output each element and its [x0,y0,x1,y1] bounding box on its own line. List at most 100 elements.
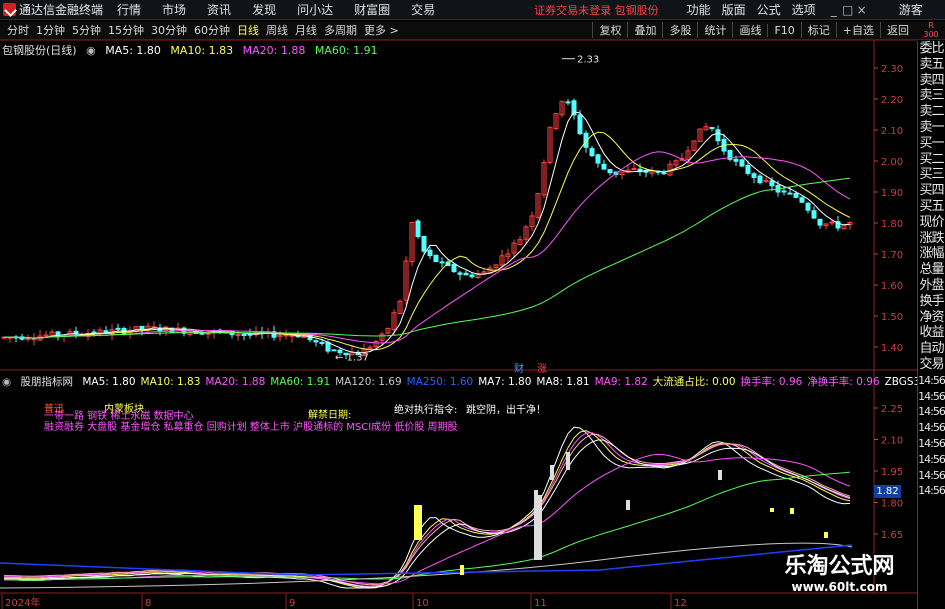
right-panel-item[interactable]: 14:56 [918,420,945,436]
main-axis-label: 2.10 [881,126,903,137]
tool-biaoji[interactable]: 标记 [800,22,836,38]
sub-ma20-line [4,453,851,585]
right-panel-item[interactable]: 总量 [918,262,945,278]
right-panel-item[interactable]: 14:56 [918,436,945,452]
sub-ma-line [4,433,851,586]
right-panel-item[interactable]: 14:56 [918,404,945,420]
period-daily[interactable]: 日线 [237,22,259,38]
right-panel-item[interactable]: 涨跌 [918,231,945,247]
ma60-value: MA60: 1.91 [314,44,378,57]
candle-body [751,173,757,178]
app-title: 通达信金融终端 [19,3,104,17]
right-panel-item[interactable]: 自动 [918,341,945,357]
indicator-dropdown-icon[interactable]: ◉ [2,376,11,388]
candle-body [829,221,835,224]
tool-fuquan[interactable]: 复权 [592,22,627,38]
menu-gongneng[interactable]: 功能 [687,1,711,18]
date-label: 12 [674,598,687,609]
sub-indicator-value: MA7: 1.80 [478,376,532,388]
dropdown-icon[interactable]: ◉ [86,44,96,57]
sub-indicator-value: MA5: 1.80 [82,376,136,388]
right-panel-item[interactable]: 外盘 [918,278,945,294]
menu-hangqing[interactable]: 行情 [117,1,141,18]
period-60min[interactable]: 60分钟 [194,22,230,38]
menu-wenxiaoda[interactable]: 问小达 [297,1,333,18]
menu-faxian[interactable]: 发现 [252,1,276,18]
right-panel-item[interactable]: 净资 [918,310,945,326]
period-15min[interactable]: 15分钟 [108,22,144,38]
limit-up-badge[interactable]: 涨 [537,360,547,375]
tool-fanhui[interactable]: 返回 [880,22,915,38]
right-panel-item[interactable]: 委比 [918,41,945,57]
right-panel-item[interactable]: 14:56 [918,452,945,468]
candle-body [325,341,331,352]
period-weekly[interactable]: 周线 [266,22,288,38]
sub-ma250-line [0,544,853,576]
sub-signal-bar [534,490,538,560]
period-30min[interactable]: 30分钟 [151,22,187,38]
candle-body [739,159,745,167]
candle-body [715,129,721,142]
period-multi[interactable]: 多周期 [324,22,357,38]
right-panel-item[interactable]: 卖三 [918,88,945,104]
right-panel-item[interactable]: 14:56 [918,483,945,499]
candle-body [421,235,427,252]
right-panel-item[interactable]: 卖二 [918,104,945,120]
tool-tongji[interactable]: 统计 [697,22,732,38]
sub-signal-bar [790,508,794,514]
right-panel-item[interactable]: 换手 [918,294,945,310]
right-panel-item[interactable]: 卖五 [918,57,945,73]
kline-chart[interactable]: 2.30 2.20 2.10 2.00 1.90 1.80 1.70 1.60 1.50 1.40… [0,40,917,609]
right-panel-item[interactable]: 现价 [918,215,945,231]
minimize-icon[interactable]: _ [827,3,841,17]
menu-gongshi[interactable]: 公式 [757,1,781,18]
main-axis-label: 2.00 [881,157,903,168]
tool-zixuan[interactable]: +自选 [835,22,880,38]
login-status[interactable]: 证券交易未登录 包钢股份 [534,2,659,18]
candle-body [661,172,667,175]
period-fenshi[interactable]: 分时 [7,22,29,38]
right-panel-item[interactable]: 买五 [918,199,945,215]
right-panel-item[interactable]: 卖四 [918,73,945,89]
candle-body [427,249,433,257]
tool-f10[interactable]: F10 [767,23,800,37]
right-panel-item[interactable]: 卖一 [918,120,945,136]
right-panel-item[interactable]: 收益 [918,325,945,341]
finance-badge[interactable]: 财 [514,360,524,375]
right-panel-item[interactable]: 14:56 [918,389,945,405]
main-axis-label: 1.60 [881,281,903,292]
main-axis-label: 1.90 [881,188,903,199]
period-monthly[interactable]: 月线 [295,22,317,38]
guest-label[interactable]: 游客 [899,1,923,18]
right-panel-item[interactable]: 买三 [918,167,945,183]
right-panel-item[interactable]: 14:56 [918,468,945,484]
right-panel-item[interactable]: 买二 [918,152,945,168]
tool-diejia[interactable]: 叠加 [627,22,662,38]
menu-caifuquan[interactable]: 财富圈 [354,1,390,18]
right-panel-item[interactable]: 买一 [918,136,945,152]
period-more[interactable]: 更多 > [364,22,399,38]
date-label: 9 [289,598,295,609]
right-panel-item[interactable]: 14:56 [918,373,945,389]
right-panel-item[interactable]: 涨幅 [918,246,945,262]
period-5min[interactable]: 5分钟 [72,22,101,38]
right-panel-item[interactable]: 买四 [918,183,945,199]
menu-jiaoyi[interactable]: 交易 [411,1,435,18]
tool-duogu[interactable]: 多股 [662,22,697,38]
candle-body [313,340,319,343]
candle-body [433,254,439,263]
maximize-icon[interactable]: □ [841,3,855,17]
menu-xuanxiang[interactable]: 选项 [792,1,816,18]
menu-zixun[interactable]: 资讯 [207,1,231,18]
menu-shichang[interactable]: 市场 [162,1,186,18]
candle-body [451,263,457,273]
candle-body [769,180,775,187]
indicator-name[interactable]: 股朋指标网 [21,376,74,388]
close-icon[interactable]: × [855,3,869,17]
right-panel-item[interactable]: 交易 [918,357,945,373]
sub-indicator-value: MA10: 1.83 [140,376,201,388]
menu-banmian[interactable]: 版面 [722,1,746,18]
sub-axis-label: 1.80 [881,499,903,510]
tool-huaxian[interactable]: 画线 [732,22,767,38]
period-1min[interactable]: 1分钟 [36,22,65,38]
